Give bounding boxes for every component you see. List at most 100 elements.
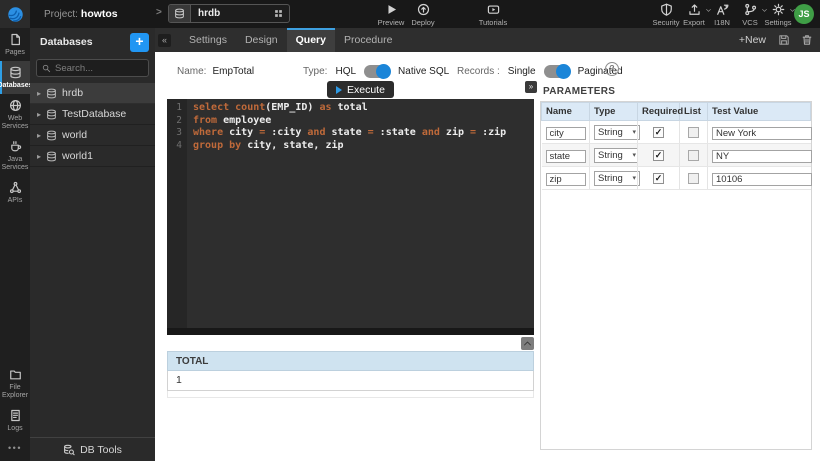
user-avatar[interactable]: JS [794, 4, 814, 24]
search-input[interactable] [55, 63, 143, 74]
tabs: SettingsDesignQueryProcedure [180, 28, 401, 52]
select-arrow-icon: ▾ [632, 151, 636, 159]
wavemaker-logo-icon [7, 6, 24, 23]
expand-parameters-button[interactable]: » [525, 81, 537, 93]
topbar-action-settings[interactable]: Settings [764, 3, 792, 27]
topbar-action-label: Export [683, 18, 705, 27]
database-search-box[interactable] [36, 59, 149, 77]
project-label: Project: [44, 9, 78, 20]
tab-query[interactable]: Query [287, 28, 335, 52]
new-query-button[interactable]: +New [739, 34, 766, 46]
toggle-knob [556, 64, 571, 79]
sidebar-item-label: Java Services [0, 156, 30, 172]
param-required-checkbox[interactable]: ✓ [653, 127, 664, 138]
param-name-input[interactable] [546, 173, 586, 186]
db-tools-label: DB Tools [80, 444, 122, 456]
param-type-select[interactable]: String▾ [594, 125, 640, 140]
main-area: « SettingsDesignQueryProcedure +New Name… [155, 28, 820, 461]
database-list: ▸hrdb▸TestDatabase▸world▸world1 [30, 83, 155, 167]
line-number: 2 [167, 115, 187, 128]
db-item-testdatabase[interactable]: ▸TestDatabase [30, 104, 155, 125]
sql-editor[interactable]: 1select count(EMP_ID) as total2from empl… [167, 99, 534, 335]
editor-bottom-strip [167, 328, 534, 335]
sidebar-item-logs[interactable]: Logs [0, 404, 30, 437]
collapse-panel-button[interactable]: « [158, 34, 171, 47]
globe-icon [9, 99, 22, 112]
param-list-checkbox[interactable] [688, 127, 699, 138]
type-option-hql[interactable]: HQL [335, 66, 356, 77]
topbar-action-preview[interactable]: Preview [375, 3, 407, 27]
topbar-action-i18n[interactable]: I18N [708, 3, 736, 27]
param-test-value-input[interactable] [712, 127, 812, 140]
records-option-single[interactable]: Single [508, 66, 536, 77]
type-option-native-sql[interactable]: Native SQL [398, 66, 449, 77]
topbar-action-tutorials[interactable]: Tutorials [477, 3, 509, 27]
caret-right-icon[interactable]: ▸ [37, 110, 41, 119]
param-type-value: String [598, 150, 623, 161]
param-type-select[interactable]: String▾ [594, 171, 640, 186]
sidebar-item-label: File Explorer [0, 384, 30, 400]
db-item-label: world1 [62, 150, 93, 162]
execute-button[interactable]: Execute [327, 81, 394, 98]
sidebar-item-pages[interactable]: Pages [0, 28, 30, 61]
sidebar-item-file-explorer[interactable]: File Explorer [0, 363, 30, 404]
db-item-world[interactable]: ▸world [30, 125, 155, 146]
caret-right-icon[interactable]: ▸ [37, 152, 41, 161]
topbar-action-vcs[interactable]: VCS [736, 3, 764, 27]
topbar-action-security[interactable]: Security [652, 3, 680, 27]
sidebar-item-web-services[interactable]: Web Services [0, 94, 30, 135]
deploy-icon [417, 3, 430, 16]
type-toggle[interactable] [364, 65, 390, 78]
name-value[interactable]: EmpTotal [212, 66, 254, 77]
caret-right-icon[interactable]: ▸ [37, 89, 41, 98]
param-test-value-input[interactable] [712, 173, 812, 186]
results-rows: 1 [167, 371, 534, 391]
param-name-input[interactable] [546, 127, 586, 140]
save-icon[interactable] [778, 34, 790, 46]
tab-procedure[interactable]: Procedure [335, 28, 401, 52]
grid-icon[interactable] [274, 9, 283, 18]
tab-settings[interactable]: Settings [180, 28, 236, 52]
param-name-input[interactable] [546, 150, 586, 163]
parameters-panel: NameTypeRequiredListTest Value String▾✓S… [540, 101, 812, 450]
code-text: where city = :city and state = :state an… [187, 127, 506, 140]
param-required-checkbox[interactable]: ✓ [653, 150, 664, 161]
param-list-checkbox[interactable] [688, 150, 699, 161]
database-selector[interactable]: hrdb [168, 4, 290, 23]
topbar-action-export[interactable]: Export [680, 3, 708, 27]
results-table: TOTAL 1 [167, 351, 534, 398]
caret-right-icon[interactable]: ▸ [37, 131, 41, 140]
topbar-left-actions: PreviewDeploy Tutorials [375, 3, 509, 27]
topbar-right-actions: SecurityExportI18NVCSSettings [652, 3, 792, 27]
param-list-checkbox[interactable] [688, 173, 699, 184]
param-required-checkbox[interactable]: ✓ [653, 173, 664, 184]
db-item-hrdb[interactable]: ▸hrdb [30, 83, 155, 104]
param-row-state: String ▾ ✓ [542, 144, 811, 167]
trash-icon[interactable] [801, 34, 813, 46]
api-icon [9, 181, 22, 194]
topbar-action-label: Preview [378, 18, 405, 27]
sidebar-item-java-services[interactable]: Java Services [0, 135, 30, 176]
sidebar-item-label: Databases [0, 82, 33, 90]
topbar-action-deploy[interactable]: Deploy [407, 3, 439, 27]
param-type-select[interactable]: String ▾ [594, 148, 640, 163]
more-options-button[interactable]: ••• [0, 437, 30, 461]
sidebar-item-label: APIs [8, 197, 23, 205]
sidebar-item-apis[interactable]: APIs [0, 176, 30, 209]
database-icon [46, 151, 57, 162]
sidebar-item-label: Logs [7, 425, 22, 433]
editor-line: 3where city = :city and state = :state a… [167, 127, 534, 140]
tab-design[interactable]: Design [236, 28, 287, 52]
sidebar-item-databases[interactable]: Databases [0, 61, 30, 94]
records-toggle[interactable] [544, 65, 570, 78]
parameters-title: PARAMETERS [543, 86, 615, 97]
add-database-button[interactable]: + [130, 33, 149, 52]
translate-icon [716, 3, 729, 16]
app-logo[interactable] [0, 0, 30, 28]
help-icon[interactable]: ? [605, 62, 619, 76]
param-test-value-input[interactable] [712, 150, 812, 163]
db-item-world1[interactable]: ▸ world1 [30, 146, 155, 167]
query-content: Name: EmpTotal Type: HQL Native SQL Reco… [155, 52, 820, 461]
collapse-results-button[interactable] [521, 337, 534, 350]
db-tools-button[interactable]: DB Tools [30, 437, 155, 461]
